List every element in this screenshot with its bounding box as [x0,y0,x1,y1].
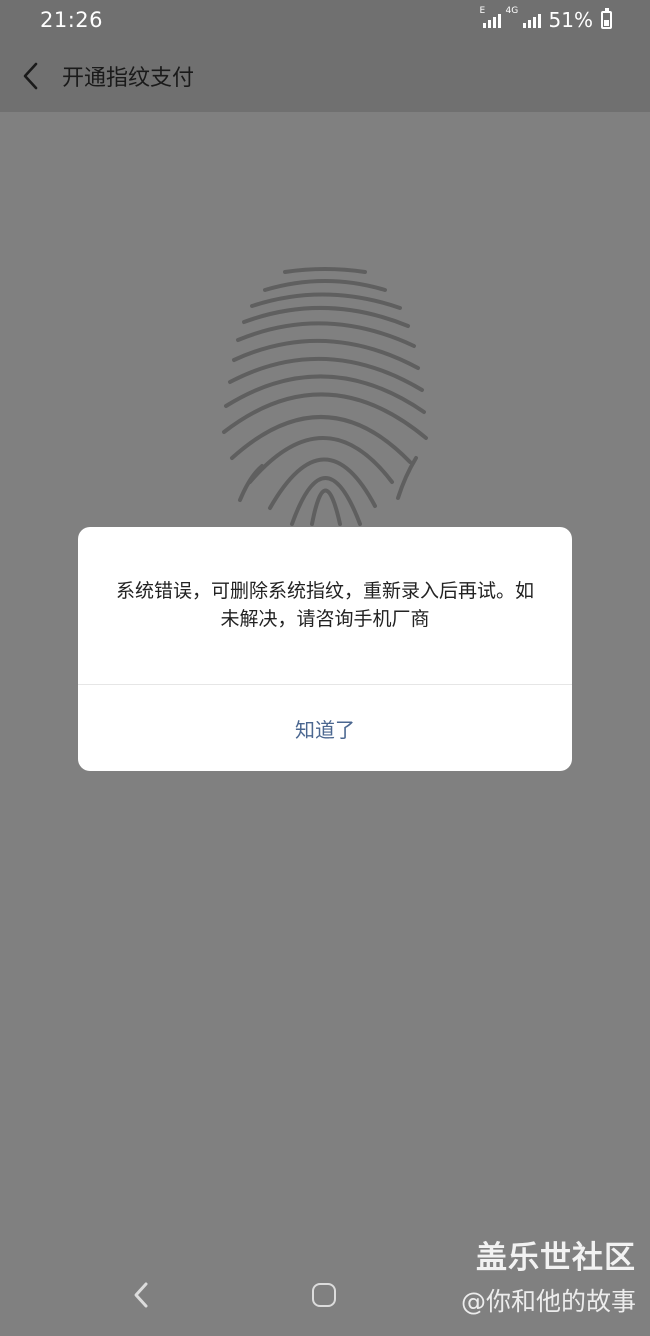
status-bar: 21:26 E 4G 51% [0,0,650,40]
home-icon[interactable] [312,1283,336,1307]
dialog-message: 系统错误，可删除系统指纹，重新录入后再试。如未解决，请咨询手机厂商 [115,580,534,630]
fingerprint-icon [222,267,428,526]
app-header: 开通指纹支付 [0,40,650,112]
watermark-title: 盖乐世社区 [476,1240,636,1276]
chevron-left-icon [23,62,38,90]
back-button[interactable] [0,40,62,112]
battery-icon [601,8,612,29]
page-title: 开通指纹支付 [62,66,195,91]
back-triangle-icon[interactable] [132,1278,152,1312]
error-dialog: 系统错误，可删除系统指纹，重新录入后再试。如未解决，请咨询手机厂商 知道了 [78,527,572,771]
battery-percent: 51% [548,8,593,32]
network-type-label: E [479,6,486,16]
status-icons: E 4G 51% [480,6,612,32]
network-type-label: 4G [505,6,519,16]
signal-icon: 4G [506,6,541,28]
signal-icon: E [480,6,501,28]
watermark-user: @你和他的故事 [460,1287,636,1316]
status-time: 21:26 [40,8,104,32]
got-it-button[interactable]: 知道了 [78,685,572,771]
